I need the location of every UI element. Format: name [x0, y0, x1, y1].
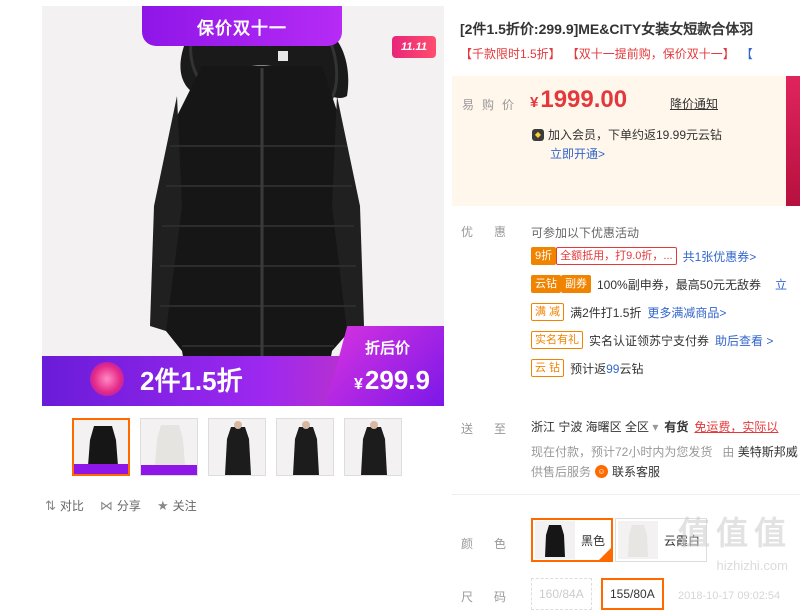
promo-row-full-reduction: 满 减 满2件打1.5折 更多满减商品> — [531, 298, 787, 326]
share-button[interactable]: ⋈ 分享 — [100, 497, 141, 514]
price-label: 易购价 — [462, 98, 523, 112]
promo-tag-label: 折后价 — [364, 340, 410, 357]
promotions-list: 可参加以下优惠活动 9折 全额抵用，打9.0折，... 共1张优惠券> 云钻 副… — [531, 222, 787, 382]
thumbnail[interactable] — [208, 418, 266, 476]
product-actions: ⇅ 对比 ⋈ 分享 ★ 关注 — [45, 497, 197, 514]
selected-check-icon — [599, 548, 612, 560]
promo-row-coupon: 9折 全额抵用，打9.0折，... 共1张优惠券> — [531, 242, 787, 270]
size-option[interactable]: 160/84A — [531, 578, 592, 610]
price-alert-link[interactable]: 降价通知 — [670, 95, 718, 112]
vip-open-link[interactable]: 立即开通> — [550, 145, 605, 162]
promo-label: 优惠 — [461, 225, 528, 239]
divider — [452, 494, 800, 495]
watermark: 值值值 — [677, 515, 792, 551]
address-selector[interactable]: 浙江 宁波 海曙区 全区 ▾ — [531, 418, 658, 435]
price-value: ¥1999.00 — [530, 86, 628, 113]
thumbnail-strip — [72, 418, 402, 476]
thumbnail[interactable] — [140, 418, 198, 476]
promo-row-realname: 实名有礼 实名认证领苏宁支付券 助后查看 > — [531, 326, 787, 354]
watermark-id: 2018-10-17 09:02:54 — [678, 590, 781, 602]
promo-row-yunzuan: 云钻 副券 100%副申券，最高50元无敌券 立 — [531, 270, 787, 298]
thumbnail[interactable] — [72, 418, 130, 476]
size-label: 尺码 — [461, 590, 528, 604]
promo-orb-icon — [90, 362, 124, 396]
color-option-black[interactable]: 黑色 — [531, 518, 614, 562]
swatch-image — [535, 521, 575, 559]
double-eleven-badge: 11.11 — [392, 36, 436, 58]
login-view-link[interactable]: 助后查看 > — [715, 332, 773, 349]
promo-intro: 可参加以下优惠活动 — [531, 225, 640, 240]
freight-info[interactable]: 免运费，实际以 — [694, 418, 778, 435]
vip-icon: ◆ — [532, 128, 544, 141]
color-label: 颜色 — [461, 537, 528, 551]
product-subtitle: 【千款限时1.5折】 【双十一提前购，保价双十一】【 — [460, 47, 753, 61]
more-reduction-link[interactable]: 更多满减商品> — [647, 304, 726, 321]
shipping-info: 现在付款，预计72小时内为您发货 由 美特斯邦威 — [531, 445, 798, 459]
vip-promo: ◆ 加入会员，下单约返19.99元云钻 — [532, 126, 722, 143]
coupon-link[interactable]: 共1张优惠券> — [683, 248, 757, 265]
compare-icon: ⇅ — [45, 497, 56, 513]
share-icon: ⋈ — [99, 497, 113, 513]
swatch-image — [618, 521, 658, 559]
contact-service-link[interactable]: 联系客服 — [612, 463, 660, 480]
main-product-image[interactable]: 保价双十一 11.11 2件1.5折 折后价 ¥299.9 — [42, 6, 444, 406]
promo-price: ¥299.9 — [354, 365, 430, 395]
promo-ribbon: 保价双十一 — [142, 6, 342, 46]
thumbnail[interactable] — [276, 418, 334, 476]
customer-service-icon: ☺ — [595, 465, 609, 478]
price-box: 易购价 ¥1999.00 降价通知 ◆ 加入会员，下单约返19.99元云钻 立即… — [452, 76, 800, 206]
delivery-label: 送至 — [461, 422, 528, 436]
thumbnail[interactable] — [344, 418, 402, 476]
chevron-down-icon: ▾ — [652, 420, 659, 434]
size-option-selected[interactable]: 155/80A — [601, 578, 664, 610]
promo-discount-text: 2件1.5折 — [140, 366, 243, 396]
seller-name[interactable]: 美特斯邦威 — [738, 445, 798, 459]
compare-button[interactable]: ⇅ 对比 — [45, 497, 84, 514]
delivery-address: 浙江 宁波 海曙区 全区 ▾ 有货 免运费，实际以 — [531, 418, 778, 435]
follow-button[interactable]: ★ 关注 — [157, 497, 197, 514]
product-title: [2件1.5折价:299.9]ME&CITY女装女短款合体羽 — [460, 21, 754, 37]
watermark-site: hizhizhi.com — [716, 558, 788, 573]
stock-status: 有货 — [664, 420, 689, 434]
star-icon: ★ — [156, 497, 169, 513]
promo-row-cashback: 云 钻 预计返99云钻 — [531, 354, 787, 382]
service-info: 供售后服务 ☺ 联系客服 — [531, 463, 661, 480]
